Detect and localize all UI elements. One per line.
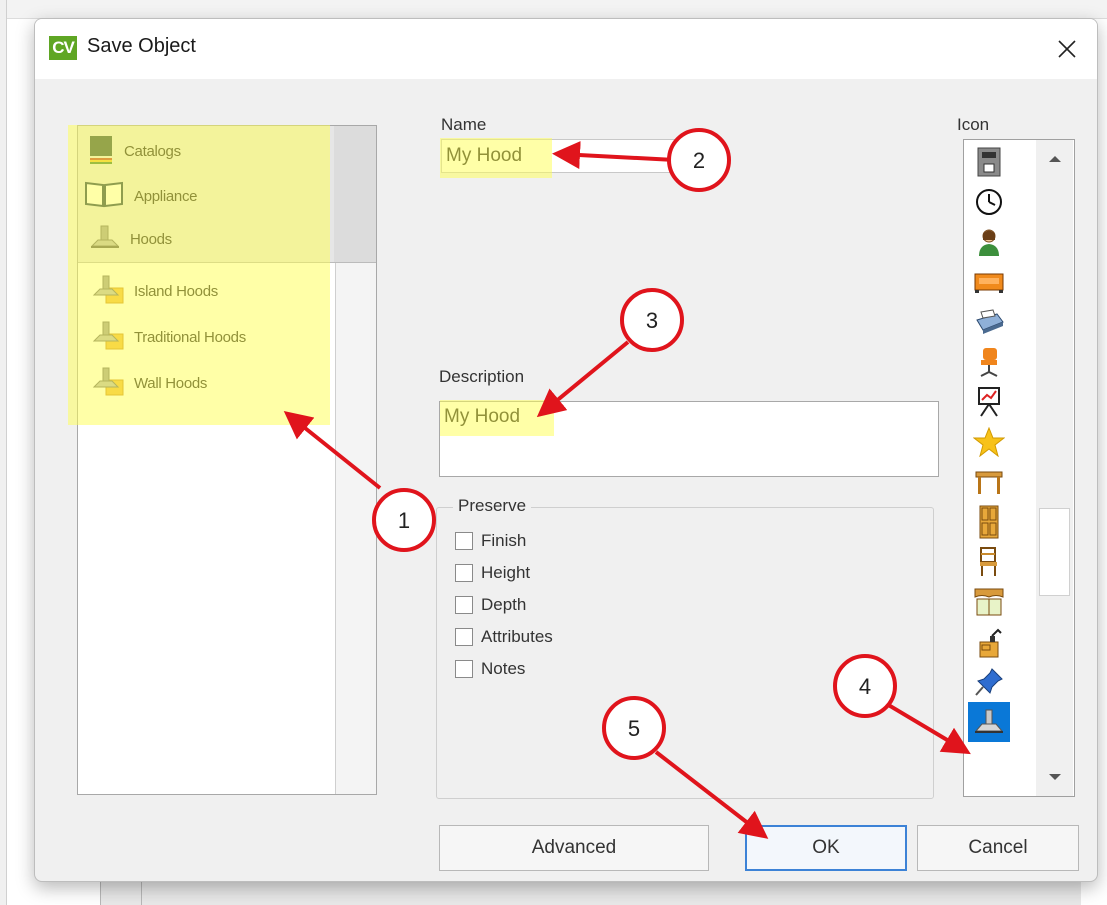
dialog-title: Save Object [87,35,196,57]
name-field[interactable]: My Hood [441,139,691,173]
checkbox-box[interactable] [455,532,473,550]
background-window-bottom [100,880,1081,905]
chair-icon[interactable] [968,542,1010,582]
app-logo: CV [49,36,77,60]
save-object-dialog: CV Save Object Catalogs Appliance Hoods … [34,18,1098,882]
open-book-icon [84,180,124,213]
checkbox-label: Height [481,563,531,582]
checkbox-label: Attributes [481,627,553,646]
checkbox-box[interactable] [455,564,473,582]
preserve-height-checkbox[interactable]: Height [455,563,530,583]
tree-item-island-hoods[interactable]: Island Hoods [92,274,218,309]
person-icon[interactable] [968,222,1010,262]
range-hood-icon[interactable] [968,702,1010,742]
icon-list-scrollbar[interactable] [1036,140,1073,796]
tree-item-label: Island Hoods [134,283,218,300]
close-icon [1058,40,1076,58]
checkbox-label: Notes [481,659,526,678]
title-bar: CV Save Object [35,19,1097,79]
checkbox-box[interactable] [455,628,473,646]
hood-folder-icon [92,274,124,309]
advanced-button[interactable]: Advanced [439,825,709,871]
desk-lamp-icon[interactable] [968,622,1010,662]
tree-item-label: Traditional Hoods [134,329,246,346]
window-valance-icon[interactable] [968,582,1010,622]
tree-item-traditional-hoods[interactable]: Traditional Hoods [92,320,246,355]
chevron-down-icon [1049,774,1061,780]
tree-item-appliance[interactable]: Appliance [84,180,197,213]
scroll-thumb[interactable] [1039,508,1070,596]
preserve-finish-checkbox[interactable]: Finish [455,531,526,551]
checkbox-label: Finish [481,531,527,550]
tree-item-label: Wall Hoods [134,375,208,392]
pushpin-icon[interactable] [968,662,1010,702]
presentation-easel-icon[interactable] [968,382,1010,422]
preserve-notes-checkbox[interactable]: Notes [455,659,525,679]
background-window-strip [0,0,1107,19]
star-icon[interactable] [968,422,1010,462]
hood-folder-icon [92,366,124,401]
background-window-edge [0,0,7,905]
tree-item-label: Hoods [130,231,172,248]
tree-header-scrollbar [334,126,376,262]
ok-button[interactable]: OK [745,825,907,871]
office-chair-icon[interactable] [968,342,1010,382]
catalogs-icon [88,134,114,169]
cancel-button[interactable]: Cancel [917,825,1079,871]
preserve-legend: Preserve [453,496,532,516]
preserve-depth-checkbox[interactable]: Depth [455,595,526,615]
coffee-machine-icon[interactable] [968,142,1010,182]
tree-list-scrollbar[interactable] [335,263,376,794]
hood-folder-icon [92,320,124,355]
preserve-attributes-checkbox[interactable]: Attributes [455,627,553,647]
checkbox-box[interactable] [455,596,473,614]
catalog-tree-panel[interactable]: Catalogs Appliance Hoods Island Hoods Tr… [77,125,377,795]
tree-item-wall-hoods[interactable]: Wall Hoods [92,366,207,401]
icon-picker-list[interactable] [963,139,1075,797]
checkbox-label: Depth [481,595,527,614]
tree-item-hoods[interactable]: Hoods [90,224,172,255]
scroll-down-button[interactable] [1042,764,1068,790]
sofa-icon[interactable] [968,262,1010,302]
description-label: Description [439,367,525,386]
name-label: Name [441,115,487,134]
cabinet-icon[interactable] [968,502,1010,542]
hood-icon [90,224,120,255]
icon-label: Icon [957,115,990,134]
description-field[interactable]: My Hood [439,401,939,477]
tree-item-label: Appliance [134,188,198,205]
table-icon[interactable] [968,462,1010,502]
checkbox-box[interactable] [455,660,473,678]
tree-item-label: Catalogs [124,143,181,160]
scroll-up-button[interactable] [1042,146,1068,172]
tree-item-catalogs[interactable]: Catalogs [88,134,181,169]
clock-icon[interactable] [968,182,1010,222]
chevron-up-icon [1049,156,1061,162]
printer-icon[interactable] [968,302,1010,342]
close-button[interactable] [1045,27,1089,71]
